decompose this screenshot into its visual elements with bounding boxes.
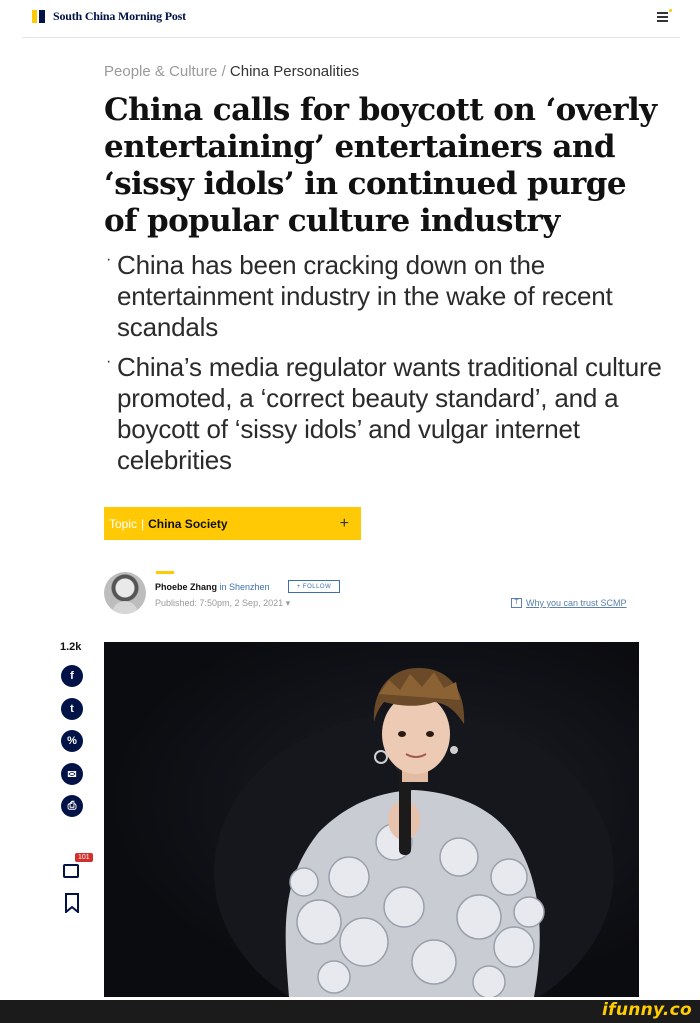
breadcrumb-subsection[interactable]: China Personalities [230,63,359,80]
logo-mark-icon [32,10,45,23]
article-headline: China calls for boycott on ‘overly enter… [104,92,657,239]
trust-link[interactable]: T Why you can trust SCMP [511,598,627,608]
footer-bar: ifunny.co [0,1000,700,1023]
topic-follow-bar[interactable]: Topic | China Society + [104,507,361,540]
twitter-icon[interactable]: t [61,698,83,720]
breadcrumb: People & Culture / China Personalities [104,63,359,80]
email-icon[interactable]: ✉ [61,763,83,785]
author-avatar[interactable] [104,572,146,614]
topic-separator: | [141,516,145,531]
link-icon[interactable]: % [61,730,83,752]
publish-date[interactable]: Published: 7:50pm, 2 Sep, 2021 ▾ [155,598,290,609]
share-count: 1.2k [60,641,82,653]
plus-icon[interactable]: + [340,515,349,533]
author-name[interactable]: Phoebe Zhang [155,582,217,592]
hamburger-menu-icon[interactable] [656,9,672,25]
facebook-icon[interactable]: f [61,665,83,687]
print-icon[interactable]: ⎙ [61,795,83,817]
author-accent [156,571,174,574]
trust-label: Why you can trust SCMP [526,598,627,608]
summary-item: · China has been cracking down on the ent… [106,250,613,342]
article-summary: · China has been cracking down on the ent… [104,250,664,485]
topic-tag: Topic [109,516,138,531]
site-logo[interactable]: South China Morning Post [32,9,186,24]
author-byline: Phoebe Zhang in Shenzhen [155,582,270,592]
bookmark-icon[interactable] [64,893,80,913]
performer-illustration [214,667,614,997]
header-divider [22,37,680,38]
article-photo[interactable] [104,642,639,997]
brand-name: South China Morning Post [53,9,186,23]
comment-icon [63,864,79,878]
summary-item: · China’s media regulator wants tradition… [106,352,662,475]
watermark: ifunny.co [602,1000,692,1020]
comments-button[interactable]: 101 [61,853,93,882]
comment-count-badge: 101 [75,853,93,862]
breadcrumb-section[interactable]: People & Culture / [104,63,226,80]
site-header: South China Morning Post [0,0,700,38]
topic-name: China Society [148,516,228,531]
author-location: in Shenzhen [219,582,270,592]
trust-icon: T [511,598,522,608]
follow-author-button[interactable]: + FOLLOW [288,580,340,593]
